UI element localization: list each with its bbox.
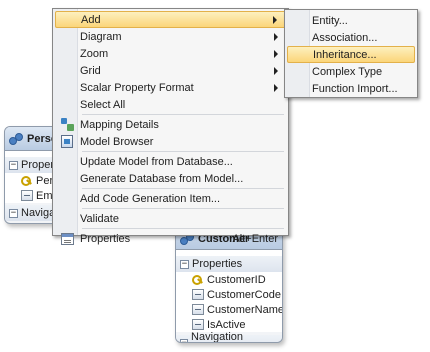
menu-item-label: Generate Database from Model... bbox=[80, 172, 244, 185]
submenu-arrow-icon bbox=[274, 66, 278, 75]
menu-item-properties[interactable]: Properties Alt+Enter bbox=[55, 230, 286, 247]
submenu-item-entity[interactable]: Entity... bbox=[287, 12, 415, 29]
menu-item-mapping-details[interactable]: Mapping Details bbox=[55, 116, 286, 133]
entity-icon bbox=[9, 132, 23, 145]
model-browser-icon bbox=[59, 134, 75, 149]
menu-item-label: Function Import... bbox=[312, 82, 398, 95]
customer-navigation-section[interactable]: − Navigation Properties bbox=[176, 331, 282, 342]
add-submenu: Entity... Association... Inheritance... … bbox=[284, 9, 418, 98]
submenu-arrow-icon bbox=[274, 83, 278, 92]
menu-item-label: Entity... bbox=[312, 14, 348, 27]
menu-item-label: Model Browser bbox=[80, 135, 154, 148]
menu-item-label: Zoom bbox=[80, 47, 109, 60]
customer-property-name: CustomerCode bbox=[207, 288, 281, 301]
menu-item-generate-database[interactable]: Generate Database from Model... bbox=[55, 170, 286, 187]
menu-item-label: Add Code Generation Item... bbox=[80, 192, 221, 205]
submenu-arrow-icon bbox=[274, 49, 278, 58]
menu-item-add-code-generation[interactable]: Add Code Generation Item... bbox=[55, 190, 286, 207]
submenu-item-complex-type[interactable]: Complex Type bbox=[287, 63, 415, 80]
submenu-item-association[interactable]: Association... bbox=[287, 29, 415, 46]
menu-item-update-model[interactable]: Update Model from Database... bbox=[55, 153, 286, 170]
menu-item-label: Grid bbox=[80, 64, 101, 77]
customer-property-row[interactable]: CustomerCode bbox=[176, 287, 282, 302]
submenu-item-function-import[interactable]: Function Import... bbox=[287, 80, 415, 97]
customer-property-name: CustomerID bbox=[207, 273, 266, 286]
submenu-arrow-icon bbox=[274, 32, 278, 41]
mapping-details-icon bbox=[59, 117, 75, 132]
submenu-arrow-icon bbox=[273, 15, 277, 24]
customer-properties-section[interactable]: − Properties bbox=[176, 256, 282, 272]
menu-item-zoom[interactable]: Zoom bbox=[55, 45, 286, 62]
property-icon bbox=[192, 319, 204, 330]
menu-item-shortcut: Alt+Enter bbox=[232, 232, 278, 245]
menu-item-label: Inheritance... bbox=[313, 48, 377, 61]
customer-property-name: IsActive bbox=[207, 318, 246, 331]
key-icon bbox=[192, 274, 204, 286]
menu-item-label: Association... bbox=[312, 31, 378, 44]
menu-item-model-browser[interactable]: Model Browser bbox=[55, 133, 286, 150]
menu-item-label: Diagram bbox=[80, 30, 122, 43]
customer-property-row[interactable]: IsActive bbox=[176, 317, 282, 332]
key-icon bbox=[21, 175, 33, 187]
menu-item-grid[interactable]: Grid bbox=[55, 62, 286, 79]
menu-item-label: Complex Type bbox=[312, 65, 383, 78]
submenu-item-inheritance[interactable]: Inheritance... bbox=[287, 46, 415, 63]
menu-item-label: Properties bbox=[80, 232, 131, 245]
context-menu: Add Diagram Zoom Grid Scalar Property Fo… bbox=[52, 8, 289, 245]
property-icon bbox=[192, 289, 204, 300]
customer-properties-label: Properties bbox=[192, 258, 243, 270]
properties-icon bbox=[59, 231, 75, 246]
menu-item-diagram[interactable]: Diagram bbox=[55, 28, 286, 45]
customer-property-row[interactable]: CustomerName bbox=[176, 302, 282, 317]
menu-item-label: Mapping Details bbox=[80, 118, 159, 131]
menu-item-label: Select All bbox=[80, 98, 126, 111]
property-icon bbox=[192, 304, 204, 315]
menu-item-label: Add bbox=[81, 13, 101, 26]
menu-item-scalar-property-format[interactable]: Scalar Property Format bbox=[55, 79, 286, 96]
menu-item-validate[interactable]: Validate bbox=[55, 210, 286, 227]
collapse-icon[interactable]: − bbox=[9, 208, 18, 218]
menu-item-label: Validate bbox=[80, 212, 119, 225]
menu-item-select-all[interactable]: Select All bbox=[55, 96, 286, 113]
property-icon bbox=[21, 190, 33, 201]
customer-navigation-label: Navigation Properties bbox=[191, 331, 244, 343]
collapse-icon[interactable]: − bbox=[180, 259, 189, 269]
menu-item-label: Update Model from Database... bbox=[80, 155, 233, 168]
customer-property-row[interactable]: CustomerID bbox=[176, 272, 282, 287]
collapse-icon[interactable]: − bbox=[180, 338, 189, 342]
collapse-icon[interactable]: − bbox=[9, 160, 18, 170]
menu-item-label: Scalar Property Format bbox=[80, 81, 194, 94]
customer-property-name: CustomerName bbox=[207, 303, 283, 316]
menu-item-add[interactable]: Add bbox=[55, 11, 286, 28]
